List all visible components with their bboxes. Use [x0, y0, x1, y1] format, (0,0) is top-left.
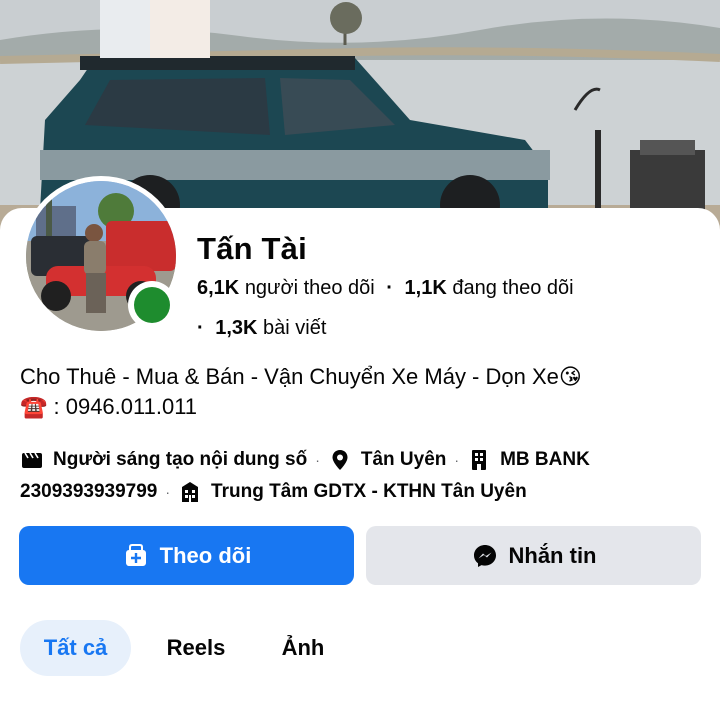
category-text: Người sáng tạo nội dung số: [53, 449, 308, 470]
followers-count[interactable]: 6,1K: [197, 277, 239, 299]
profile-stats-row-1: 6,1K người theo dõi · 1,1K đang theo dõi: [197, 277, 574, 300]
tab-reels[interactable]: Reels: [150, 620, 242, 676]
map-pin-icon: [332, 450, 348, 470]
follow-icon: [125, 543, 146, 566]
info-row-1: Người sáng tạo nội dung số · Tân Uyên · …: [20, 448, 590, 472]
posts-count[interactable]: 1,3K: [215, 317, 257, 339]
info-separator: ·: [165, 484, 171, 500]
profile-name: Tấn Tài: [197, 231, 307, 266]
clapperboard-icon: [22, 452, 42, 468]
profile-stats-row-2: · 1,3K bài viết: [197, 317, 326, 340]
messenger-icon: [473, 544, 496, 567]
following-label[interactable]: đang theo dõi: [452, 277, 573, 299]
location-text[interactable]: Tân Uyên: [361, 449, 447, 471]
bio-line-2: ☎️ : 0946.011.011: [20, 394, 198, 419]
stats-separator: ·: [197, 317, 204, 339]
stats-separator: ·: [386, 277, 393, 299]
building-icon: [472, 450, 487, 470]
online-status-indicator: [128, 281, 176, 329]
account-number-text: 2309393939799: [20, 481, 158, 502]
info-separator: ·: [454, 452, 460, 468]
following-count[interactable]: 1,1K: [405, 277, 447, 299]
message-button[interactable]: Nhắn tin: [366, 526, 701, 585]
school-icon: [182, 482, 199, 502]
bank-text: MB BANK: [500, 449, 590, 470]
message-button-label: Nhắn tin: [508, 542, 597, 568]
bio-line-1: Cho Thuê - Mua & Bán - Vận Chuyển Xe Máy…: [20, 364, 582, 389]
info-separator: ·: [315, 452, 320, 468]
tab-all[interactable]: Tất cả: [20, 620, 131, 676]
education-text[interactable]: Trung Tâm GDTX - KTHN Tân Uyên: [211, 481, 527, 503]
followers-label[interactable]: người theo dõi: [245, 277, 375, 299]
tab-photos[interactable]: Ảnh: [264, 620, 342, 676]
info-row-2: 2309393939799 · Trung Tâm GDTX - KTHN Tâ…: [20, 480, 527, 504]
follow-button-label: Theo dõi: [159, 542, 252, 568]
follow-button[interactable]: Theo dõi: [19, 526, 354, 585]
posts-label[interactable]: bài viết: [263, 317, 326, 339]
